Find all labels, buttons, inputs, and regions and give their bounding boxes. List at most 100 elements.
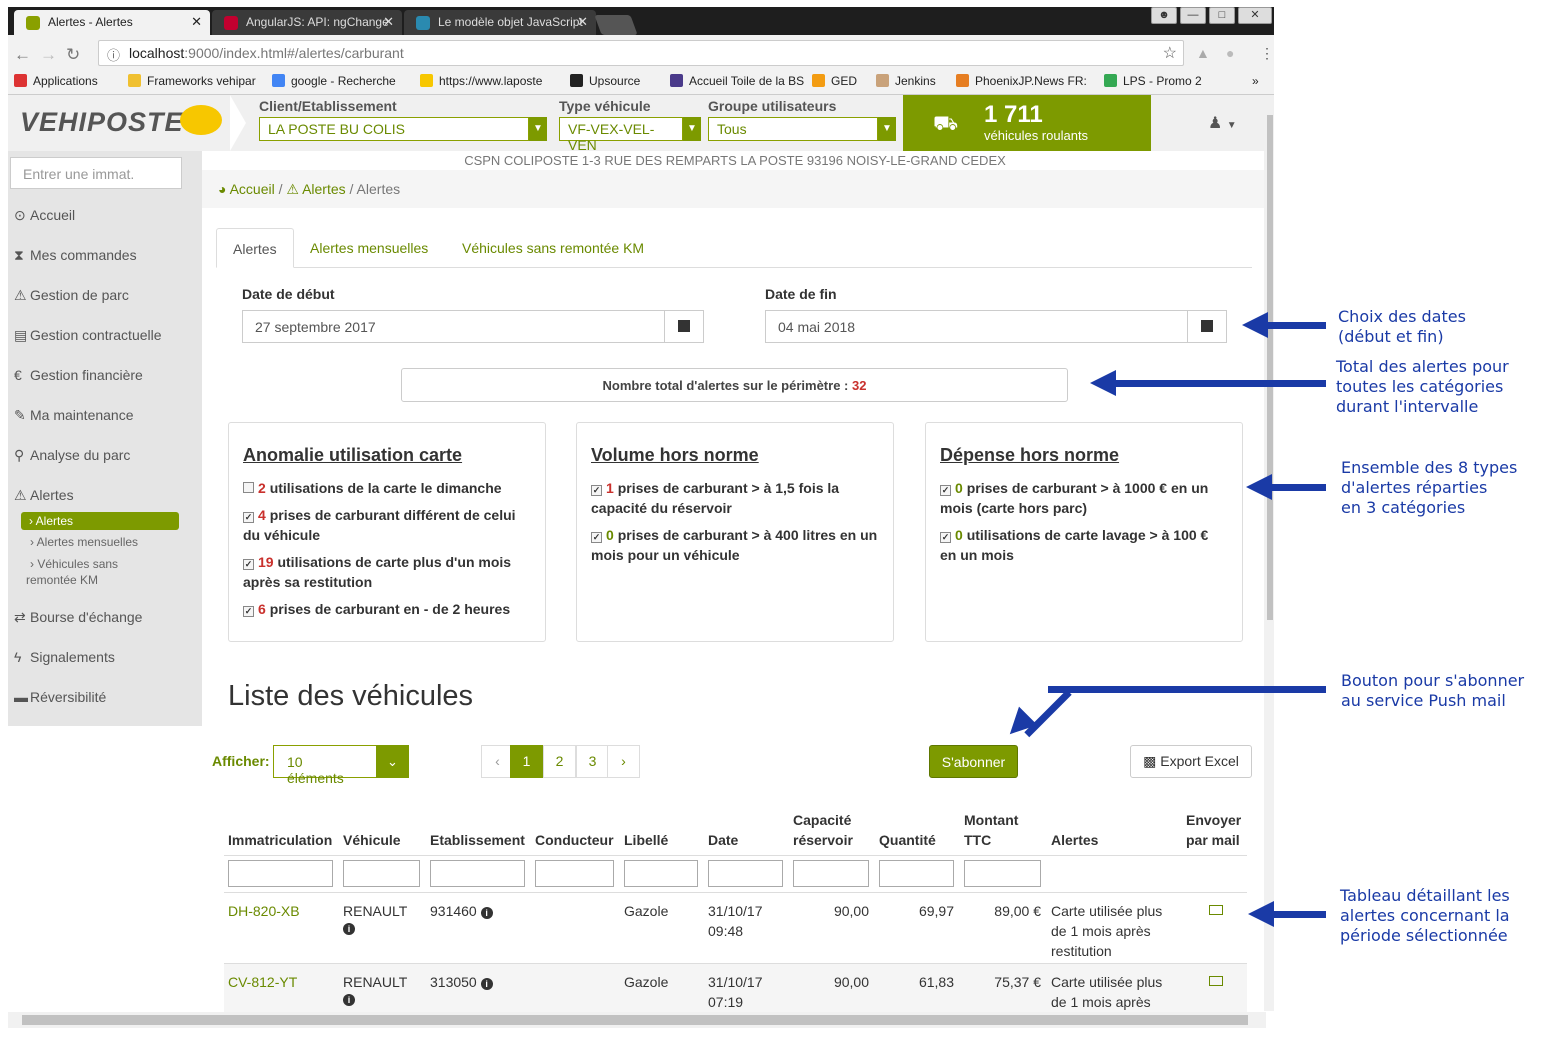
- chevron-down-icon[interactable]: ▼: [683, 117, 701, 141]
- alert-checkbox-item[interactable]: ✓ 19 utilisations de carte plus d'un mois…: [243, 552, 531, 592]
- user-group-select[interactable]: Tous: [708, 117, 878, 141]
- col-capacite[interactable]: Capacité: [793, 810, 851, 830]
- col-vehicule[interactable]: Véhicule: [343, 830, 401, 850]
- alert-checkbox-item[interactable]: ✓ 0 utilisations de carte lavage > à 100 …: [940, 525, 1228, 565]
- pagination-page-3[interactable]: 3: [576, 745, 609, 778]
- bookmark-laposte[interactable]: https://www.laposte: [420, 74, 542, 88]
- sidebar-subitem-monthly[interactable]: › Alertes mensuelles: [30, 535, 138, 549]
- start-calendar-button[interactable]: [664, 310, 704, 343]
- info-icon[interactable]: i: [343, 923, 355, 935]
- pagination-next[interactable]: ›: [607, 745, 640, 778]
- bookmark-phoenix[interactable]: PhoenixJP.News FR:: [956, 74, 1087, 88]
- browser-tab-angular[interactable]: AngularJS: API: ngChange ✕: [212, 10, 402, 35]
- info-icon[interactable]: ⓘ: [107, 45, 120, 64]
- filter-vehicule-input[interactable]: [343, 860, 420, 887]
- col-immatriculation[interactable]: Immatriculation: [228, 830, 332, 850]
- checkbox-checked[interactable]: ✓: [243, 559, 254, 570]
- info-icon[interactable]: i: [343, 994, 355, 1006]
- col-libelle[interactable]: Libellé: [624, 830, 668, 850]
- horizontal-scrollbar-thumb[interactable]: [22, 1015, 1248, 1025]
- client-select[interactable]: LA POSTE BU COLIS: [259, 117, 529, 141]
- checkbox-checked[interactable]: ✓: [591, 532, 602, 543]
- angular-extension-icon[interactable]: ▲: [1196, 45, 1210, 61]
- reload-icon[interactable]: ↻: [66, 45, 80, 65]
- filter-immat-input[interactable]: [228, 860, 333, 887]
- immat-search-input[interactable]: Entrer une immat.: [10, 157, 182, 189]
- bookmark-lps[interactable]: LPS - Promo 2: [1104, 74, 1202, 88]
- filter-libelle-input[interactable]: [624, 860, 698, 887]
- filter-quantite-input[interactable]: [879, 860, 954, 887]
- alert-checkbox-item[interactable]: ✓ 4 prises de carburant différent de celu…: [243, 505, 531, 545]
- forward-icon[interactable]: →: [40, 45, 57, 65]
- vehiposte-logo[interactable]: VEHIPOSTE: [20, 107, 184, 138]
- extension-icon[interactable]: ●: [1226, 45, 1234, 61]
- sidebar-item-maintenance[interactable]: ✎ Ma maintenance: [14, 407, 134, 424]
- tab-vehicules-sans-km[interactable]: Véhicules sans remontée KM: [446, 228, 660, 268]
- alert-checkbox-item[interactable]: 2 utilisations de la carte le dimanche: [243, 478, 531, 498]
- pagination-page-1[interactable]: 1: [510, 745, 543, 778]
- sidebar-item-analyse[interactable]: ⚲ Analyse du parc: [14, 447, 130, 464]
- alert-checkbox-item[interactable]: ✓ 1 prises de carburant > à 1,5 fois la c…: [591, 478, 879, 518]
- col-date[interactable]: Date: [708, 830, 738, 850]
- alert-checkbox-item[interactable]: ✓ 0 prises de carburant > à 400 litres en…: [591, 525, 879, 565]
- checkbox-checked[interactable]: ✓: [243, 512, 254, 523]
- bookmark-applications[interactable]: Applications: [14, 74, 98, 88]
- chevron-down-icon[interactable]: ⌄: [376, 745, 409, 778]
- vehicle-type-select[interactable]: VF-VEX-VEL-VEN: [559, 117, 683, 153]
- close-tab-icon[interactable]: ✕: [191, 14, 202, 30]
- sidebar-subitem-km[interactable]: › Véhicules sans: [30, 557, 118, 571]
- vertical-scrollbar-thumb[interactable]: [1267, 115, 1273, 620]
- col-alertes[interactable]: Alertes: [1051, 830, 1098, 850]
- envelope-icon[interactable]: [1209, 905, 1223, 915]
- chevron-down-icon[interactable]: ▼: [878, 117, 896, 141]
- bookmarks-more[interactable]: »: [1252, 74, 1259, 88]
- bookmark-ged[interactable]: GED: [812, 74, 857, 88]
- col-envoyer-2[interactable]: par mail: [1186, 830, 1240, 850]
- info-icon[interactable]: i: [480, 907, 493, 919]
- alert-checkbox-item[interactable]: ✓ 6 prises de carburant en - de 2 heures: [243, 599, 531, 619]
- filter-capacite-input[interactable]: [793, 860, 869, 887]
- sidebar-item-accueil[interactable]: ⊙ Accueil: [14, 207, 75, 224]
- checkbox-checked[interactable]: ✓: [591, 485, 602, 496]
- filter-montant-input[interactable]: [964, 860, 1041, 887]
- new-tab-button[interactable]: [594, 15, 638, 35]
- chevron-down-icon[interactable]: ▼: [529, 117, 547, 141]
- browser-tab-alertes[interactable]: Alertes - Alertes ✕: [14, 10, 210, 35]
- sidebar-item-signalements[interactable]: ϟ Signalements: [14, 649, 115, 665]
- back-icon[interactable]: ←: [14, 45, 31, 65]
- bookmark-jenkins[interactable]: Jenkins: [876, 74, 936, 88]
- maximize-button[interactable]: □: [1209, 7, 1235, 24]
- bookmark-star-icon[interactable]: ☆: [1163, 43, 1177, 63]
- sidebar-item-contrat[interactable]: ▤ Gestion contractuelle: [14, 327, 162, 344]
- bookmark-frameworks[interactable]: Frameworks vehipar: [128, 74, 256, 88]
- pagination-page-2[interactable]: 2: [543, 745, 576, 778]
- user-menu[interactable]: ♟ ▼: [1208, 113, 1237, 133]
- tab-alertes-mensuelles[interactable]: Alertes mensuelles: [294, 228, 444, 268]
- checkbox-checked[interactable]: ✓: [243, 606, 254, 617]
- profile-button[interactable]: ☻: [1151, 7, 1177, 24]
- page-size-select[interactable]: 10 éléments: [273, 745, 377, 786]
- export-excel-button[interactable]: ▩ Export Excel: [1130, 745, 1252, 778]
- sidebar-item-bourse[interactable]: ⇄ Bourse d'échange: [14, 609, 142, 626]
- row-immat-link[interactable]: CV-812-YT: [228, 972, 297, 992]
- col-quantite[interactable]: Quantité: [879, 830, 936, 850]
- tab-alertes[interactable]: Alertes: [216, 228, 294, 268]
- bookmark-google[interactable]: google - Recherche: [272, 74, 396, 88]
- row-immat-link[interactable]: DH-820-XB: [228, 901, 300, 921]
- col-montant-2[interactable]: TTC: [964, 830, 991, 850]
- minimize-button[interactable]: —: [1180, 7, 1206, 24]
- browser-tab-js-model[interactable]: Le modèle objet JavaScript ✕: [404, 10, 596, 35]
- col-envoyer[interactable]: Envoyer: [1186, 810, 1241, 830]
- sidebar-item-commandes[interactable]: ⧗ Mes commandes: [14, 247, 137, 264]
- col-capacite-2[interactable]: réservoir: [793, 830, 853, 850]
- close-tab-icon[interactable]: ✕: [577, 14, 588, 30]
- breadcrumb-home[interactable]: ◕ Accueil: [218, 181, 275, 197]
- col-etablissement[interactable]: Etablissement: [430, 830, 525, 850]
- close-tab-icon[interactable]: ✕: [383, 14, 394, 30]
- subscribe-button[interactable]: S'abonner: [929, 745, 1018, 778]
- filter-conducteur-input[interactable]: [535, 860, 614, 887]
- checkbox-unchecked[interactable]: [243, 482, 254, 493]
- end-calendar-button[interactable]: [1187, 310, 1227, 343]
- end-date-input[interactable]: 04 mai 2018: [765, 310, 1189, 343]
- sidebar-item-alertes[interactable]: ⚠ Alertes: [14, 487, 74, 504]
